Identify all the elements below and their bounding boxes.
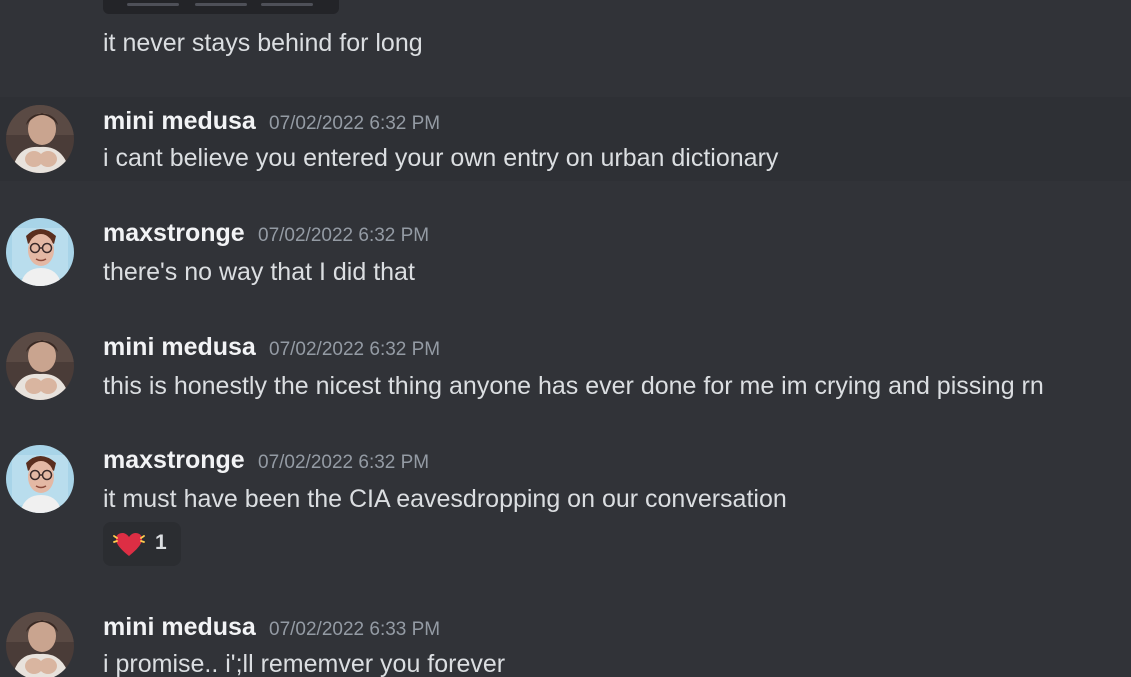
username[interactable]: mini medusa [103,107,256,136]
username[interactable]: mini medusa [103,613,256,642]
maxstronge-avatar-icon [6,445,74,513]
username[interactable]: mini medusa [103,333,256,362]
message-content: there's no way that I did that [103,258,415,286]
message: mini medusa 07/02/2022 6:32 PM this is h… [0,324,1131,414]
timestamp[interactable]: 07/02/2022 6:32 PM [258,225,429,247]
message: mini medusa 07/02/2022 6:32 PM i cant be… [0,97,1131,181]
reaction-count: 1 [155,531,167,554]
avatar[interactable] [6,218,74,286]
username[interactable]: maxstronge [103,219,245,248]
message: mini medusa 07/02/2022 6:33 PM i promise… [0,604,1131,677]
maxstronge-avatar-icon [6,218,74,286]
timestamp[interactable]: 07/02/2022 6:32 PM [269,339,440,361]
timestamp[interactable]: 07/02/2022 6:33 PM [269,619,440,641]
message-content: this is honestly the nicest thing anyone… [103,372,1044,400]
message-content: it must have been the CIA eavesdropping … [103,485,787,513]
timestamp[interactable]: 07/02/2022 6:32 PM [258,452,429,474]
avatar[interactable] [6,612,74,677]
avatar[interactable] [6,105,74,173]
chat-messages: it never stays behind for long mini medu… [0,0,1131,677]
message-content: i cant believe you entered your own entr… [103,144,779,172]
message: maxstronge 07/02/2022 6:32 PM there's no… [0,210,1131,300]
medusa-avatar-icon [6,105,74,173]
medusa-avatar-icon [6,612,74,677]
message-content: i promise.. i';ll rememver you forever [103,650,506,677]
message-continuation: it never stays behind for long [0,0,1131,90]
username[interactable]: maxstronge [103,446,245,475]
avatar[interactable] [6,445,74,513]
timestamp[interactable]: 07/02/2022 6:32 PM [269,113,440,135]
beating-heart-icon [113,533,145,556]
reaction-button[interactable]: 1 [103,522,181,566]
message-content: it never stays behind for long [103,29,423,57]
avatar[interactable] [6,332,74,400]
message: maxstronge 07/02/2022 6:32 PM it must ha… [0,437,1131,577]
medusa-avatar-icon [6,332,74,400]
